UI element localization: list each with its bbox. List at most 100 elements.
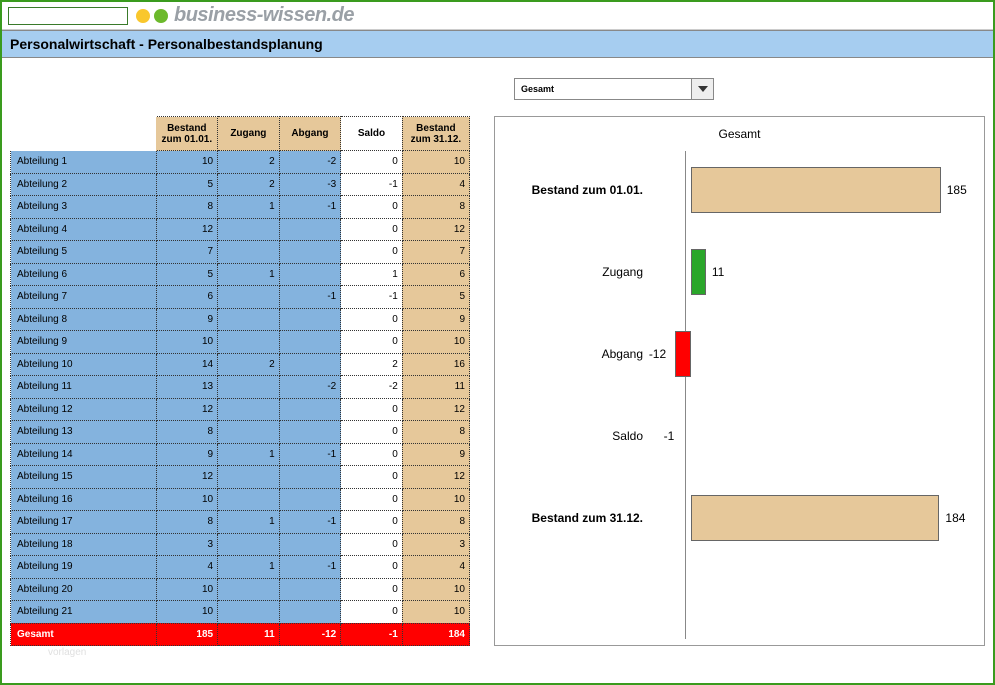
row-label[interactable]: Abteilung 3: [11, 196, 157, 219]
cell-bestand1[interactable]: 12: [156, 466, 218, 489]
cell-abgang[interactable]: [279, 421, 341, 444]
cell-bestand1[interactable]: 12: [156, 398, 218, 421]
cell-zugang[interactable]: [218, 398, 280, 421]
row-label[interactable]: Abteilung 17: [11, 511, 157, 534]
cell-bestand2[interactable]: 12: [402, 398, 469, 421]
cell-bestand2[interactable]: 8: [402, 511, 469, 534]
cell-bestand2[interactable]: 10: [402, 578, 469, 601]
row-label[interactable]: Abteilung 10: [11, 353, 157, 376]
cell-zugang[interactable]: 1: [218, 511, 280, 534]
cell-zugang[interactable]: [218, 241, 280, 264]
formula-cell[interactable]: [8, 7, 128, 25]
row-label[interactable]: Abteilung 4: [11, 218, 157, 241]
cell-bestand1[interactable]: 10: [156, 488, 218, 511]
cell-saldo[interactable]: 0: [341, 151, 403, 174]
cell-abgang[interactable]: [279, 263, 341, 286]
row-label[interactable]: Abteilung 2: [11, 173, 157, 196]
cell-bestand1[interactable]: 10: [156, 151, 218, 174]
cell-saldo[interactable]: 0: [341, 578, 403, 601]
cell-saldo[interactable]: 0: [341, 511, 403, 534]
cell-zugang[interactable]: 2: [218, 173, 280, 196]
cell-zugang[interactable]: 1: [218, 263, 280, 286]
cell-bestand2[interactable]: 10: [402, 601, 469, 624]
cell-bestand1[interactable]: 13: [156, 376, 218, 399]
cell-bestand2[interactable]: 8: [402, 421, 469, 444]
cell-saldo[interactable]: 0: [341, 308, 403, 331]
cell-zugang[interactable]: [218, 376, 280, 399]
cell-bestand2[interactable]: 10: [402, 331, 469, 354]
cell-zugang[interactable]: 1: [218, 443, 280, 466]
cell-saldo[interactable]: 1: [341, 263, 403, 286]
cell-abgang[interactable]: -1: [279, 286, 341, 309]
cell-saldo[interactable]: 2: [341, 353, 403, 376]
cell-saldo[interactable]: 0: [341, 331, 403, 354]
cell-saldo[interactable]: 0: [341, 556, 403, 579]
row-label[interactable]: Abteilung 18: [11, 533, 157, 556]
cell-bestand1[interactable]: 5: [156, 173, 218, 196]
cell-bestand2[interactable]: 6: [402, 263, 469, 286]
cell-abgang[interactable]: -1: [279, 196, 341, 219]
cell-zugang[interactable]: 2: [218, 151, 280, 174]
row-label[interactable]: Abteilung 14: [11, 443, 157, 466]
cell-bestand2[interactable]: 16: [402, 353, 469, 376]
cell-bestand1[interactable]: 8: [156, 196, 218, 219]
cell-bestand2[interactable]: 12: [402, 218, 469, 241]
cell-saldo[interactable]: 0: [341, 466, 403, 489]
cell-bestand1[interactable]: 3: [156, 533, 218, 556]
cell-zugang[interactable]: [218, 488, 280, 511]
cell-bestand1[interactable]: 9: [156, 308, 218, 331]
cell-abgang[interactable]: [279, 466, 341, 489]
cell-bestand1[interactable]: 10: [156, 331, 218, 354]
row-label[interactable]: Abteilung 1: [11, 151, 157, 174]
cell-zugang[interactable]: [218, 601, 280, 624]
cell-bestand1[interactable]: 10: [156, 578, 218, 601]
cell-abgang[interactable]: [279, 578, 341, 601]
cell-saldo[interactable]: 0: [341, 241, 403, 264]
cell-bestand2[interactable]: 7: [402, 241, 469, 264]
cell-bestand2[interactable]: 10: [402, 151, 469, 174]
cell-abgang[interactable]: [279, 331, 341, 354]
cell-bestand1[interactable]: 8: [156, 421, 218, 444]
cell-bestand1[interactable]: 8: [156, 511, 218, 534]
cell-bestand1[interactable]: 7: [156, 241, 218, 264]
cell-abgang[interactable]: [279, 218, 341, 241]
row-label[interactable]: Abteilung 19: [11, 556, 157, 579]
cell-saldo[interactable]: 0: [341, 443, 403, 466]
cell-saldo[interactable]: 0: [341, 488, 403, 511]
cell-zugang[interactable]: 1: [218, 556, 280, 579]
row-label[interactable]: Abteilung 7: [11, 286, 157, 309]
cell-zugang[interactable]: 2: [218, 353, 280, 376]
row-label[interactable]: Abteilung 11: [11, 376, 157, 399]
cell-bestand2[interactable]: 9: [402, 443, 469, 466]
row-label[interactable]: Abteilung 20: [11, 578, 157, 601]
chart-filter-dropdown[interactable]: Gesamt: [514, 78, 714, 100]
cell-abgang[interactable]: [279, 308, 341, 331]
cell-abgang[interactable]: -1: [279, 443, 341, 466]
cell-bestand2[interactable]: 4: [402, 173, 469, 196]
row-label[interactable]: Abteilung 21: [11, 601, 157, 624]
row-label[interactable]: Abteilung 9: [11, 331, 157, 354]
cell-zugang[interactable]: [218, 308, 280, 331]
cell-abgang[interactable]: -2: [279, 376, 341, 399]
cell-abgang[interactable]: [279, 533, 341, 556]
cell-bestand2[interactable]: 9: [402, 308, 469, 331]
cell-abgang[interactable]: -1: [279, 556, 341, 579]
cell-abgang[interactable]: [279, 398, 341, 421]
cell-abgang[interactable]: [279, 601, 341, 624]
cell-abgang[interactable]: -3: [279, 173, 341, 196]
cell-abgang[interactable]: [279, 241, 341, 264]
row-label[interactable]: Abteilung 13: [11, 421, 157, 444]
cell-saldo[interactable]: -1: [341, 173, 403, 196]
row-label[interactable]: Abteilung 16: [11, 488, 157, 511]
row-label[interactable]: Abteilung 6: [11, 263, 157, 286]
cell-zugang[interactable]: [218, 578, 280, 601]
cell-bestand1[interactable]: 5: [156, 263, 218, 286]
cell-bestand2[interactable]: 5: [402, 286, 469, 309]
cell-bestand1[interactable]: 4: [156, 556, 218, 579]
cell-zugang[interactable]: [218, 466, 280, 489]
cell-saldo[interactable]: 0: [341, 398, 403, 421]
cell-bestand1[interactable]: 6: [156, 286, 218, 309]
cell-saldo[interactable]: 0: [341, 196, 403, 219]
cell-saldo[interactable]: 0: [341, 218, 403, 241]
dropdown-button[interactable]: [691, 79, 713, 99]
